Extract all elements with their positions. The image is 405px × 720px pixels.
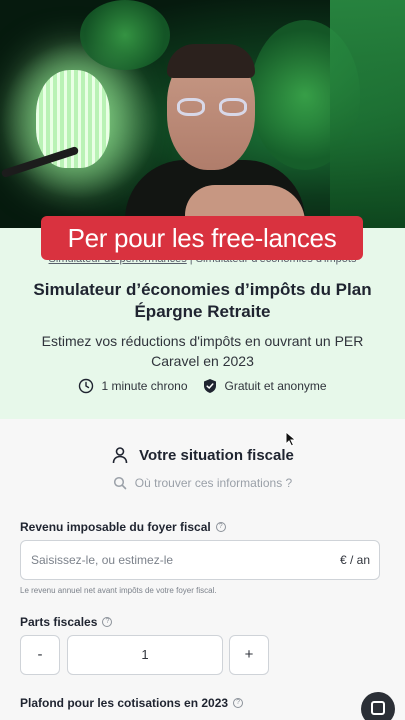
page-subtitle: Estimez vos réductions d'impôts en ouvra… — [41, 333, 364, 369]
revenu-field[interactable]: € / an — [20, 540, 380, 580]
parts-label: Parts fiscales ? — [20, 615, 113, 629]
revenu-label: Revenu imposable du foyer fiscal ? — [20, 520, 226, 534]
search-icon — [113, 476, 127, 490]
mouse-cursor-icon — [285, 431, 297, 447]
parts-increment-button[interactable]: + — [229, 635, 269, 675]
hero-badges: 1 minute chrono Gratuit et anonyme — [0, 378, 405, 394]
chat-icon — [371, 701, 385, 715]
webcam-video — [0, 0, 405, 228]
info-icon[interactable]: ? — [215, 522, 226, 532]
revenu-hint: Le revenu annuel net avant impôts de vot… — [20, 586, 217, 595]
parts-decrement-button[interactable]: - — [20, 635, 60, 675]
parts-label-text: Parts fiscales — [20, 615, 98, 629]
badge-duration-label: 1 minute chrono — [101, 379, 188, 393]
section-title: Votre situation fiscale — [139, 446, 294, 464]
info-icon[interactable]: ? — [102, 617, 113, 627]
presenter — [125, 40, 305, 228]
help-link-text: Où trouver ces informations ? — [134, 476, 293, 490]
badge-free: Gratuit et anonyme — [202, 378, 327, 394]
plafond-label-text: Plafond pour les cotisations en 2023 — [20, 696, 229, 710]
shield-check-icon — [203, 379, 216, 393]
badge-free-label: Gratuit et anonyme — [224, 379, 327, 393]
help-link[interactable]: Où trouver ces informations ? — [0, 476, 405, 490]
video-caption: Per pour les free-lances — [41, 216, 363, 260]
chat-button[interactable] — [361, 692, 395, 720]
plafond-label: Plafond pour les cotisations en 2023 ? — [20, 696, 244, 710]
clock-icon — [79, 378, 94, 394]
info-icon[interactable]: ? — [233, 698, 244, 708]
revenu-label-text: Revenu imposable du foyer fiscal — [20, 520, 211, 534]
revenu-unit: € / an — [339, 553, 370, 567]
fiscal-form: Votre situation fiscale Où trouver ces i… — [0, 419, 405, 720]
parts-value[interactable]: 1 — [67, 635, 223, 675]
user-icon — [112, 447, 128, 464]
background-window — [330, 0, 405, 228]
revenu-input[interactable] — [31, 541, 331, 579]
section-header: Votre situation fiscale — [0, 446, 405, 464]
badge-duration: 1 minute chrono — [78, 378, 188, 394]
page-title: Simulateur d’économies d’impôts du Plan … — [33, 280, 372, 321]
